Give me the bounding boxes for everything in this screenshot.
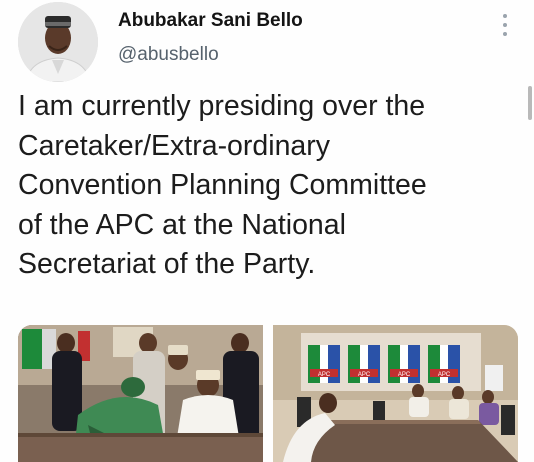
apc-banner-text: APC [358,372,371,378]
meeting-photo-right: APC APC APC APC [273,325,518,462]
avatar[interactable] [18,2,98,82]
author-handle[interactable]: @abusbello [118,44,219,66]
tweet-line: Convention Planning Committee [18,169,427,201]
profile-photo-icon [18,2,98,82]
scrollbar[interactable] [528,86,532,120]
tweet-text: I am currently presiding over the Careta… [18,87,518,285]
meeting-photo-left [18,325,263,462]
apc-banner-text: APC [398,372,411,378]
more-options-icon[interactable] [495,12,515,38]
tweet-photo-left[interactable] [18,325,263,462]
tweet-photo-right[interactable]: APC APC APC APC [273,325,518,462]
apc-banner-text: APC [438,372,451,378]
tweet-line: I am currently presiding over the [18,90,426,122]
tweet-line: Caretaker/Extra-ordinary [18,129,331,162]
tweet-line: of the APC at the National [18,208,346,241]
author-display-name[interactable]: Abubakar Sani Bello [118,10,303,32]
tweet-line: Secretariat of the Party. [18,248,316,280]
apc-banner-text: APC [318,372,331,378]
